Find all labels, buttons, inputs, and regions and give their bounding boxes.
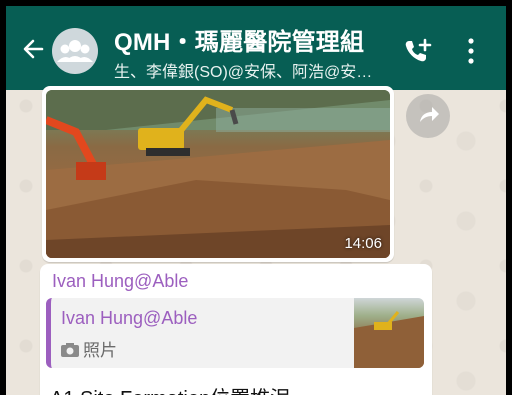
photo-illustration [46,90,390,258]
more-options-icon[interactable] [466,36,476,66]
reply-message[interactable]: Ivan Hung@Able Ivan Hung@Able 照片 A1 Site… [40,264,432,395]
back-arrow-icon[interactable] [20,36,46,62]
forward-icon [420,107,439,122]
camera-icon [61,343,79,357]
forward-button[interactable] [406,94,450,138]
chat-participants[interactable]: 生、李偉銀(SO)@安保、阿浩@安… [114,58,394,82]
message-sender[interactable]: Ivan Hung@Able [46,270,426,298]
quoted-media-label: 照片 [83,341,117,360]
chat-title[interactable]: QMH・瑪麗醫院管理組 [114,22,364,57]
chat-header: QMH・瑪麗醫院管理組 生、李偉銀(SO)@安保、阿浩@安… [6,6,506,90]
add-call-icon[interactable] [402,36,434,66]
message-text: A1 Site Formation位置堆泥 [46,382,426,395]
quoted-message[interactable]: Ivan Hung@Able 照片 [46,298,424,368]
quoted-photo-thumbnail [354,298,424,368]
construction-site-photo[interactable]: 14:06 [46,90,390,258]
message-time: 14:06 [344,235,382,252]
quoted-media-type: 照片 [61,336,117,361]
image-message[interactable]: 14:06 [42,86,394,262]
quoted-sender: Ivan Hung@Able [61,308,198,328]
whatsapp-chat-screen: QMH・瑪麗醫院管理組 生、李偉銀(SO)@安保、阿浩@安… 14:06 Iva… [6,6,506,395]
group-icon [57,40,93,62]
group-avatar[interactable] [52,28,98,74]
thumbnail-illustration [354,311,424,368]
